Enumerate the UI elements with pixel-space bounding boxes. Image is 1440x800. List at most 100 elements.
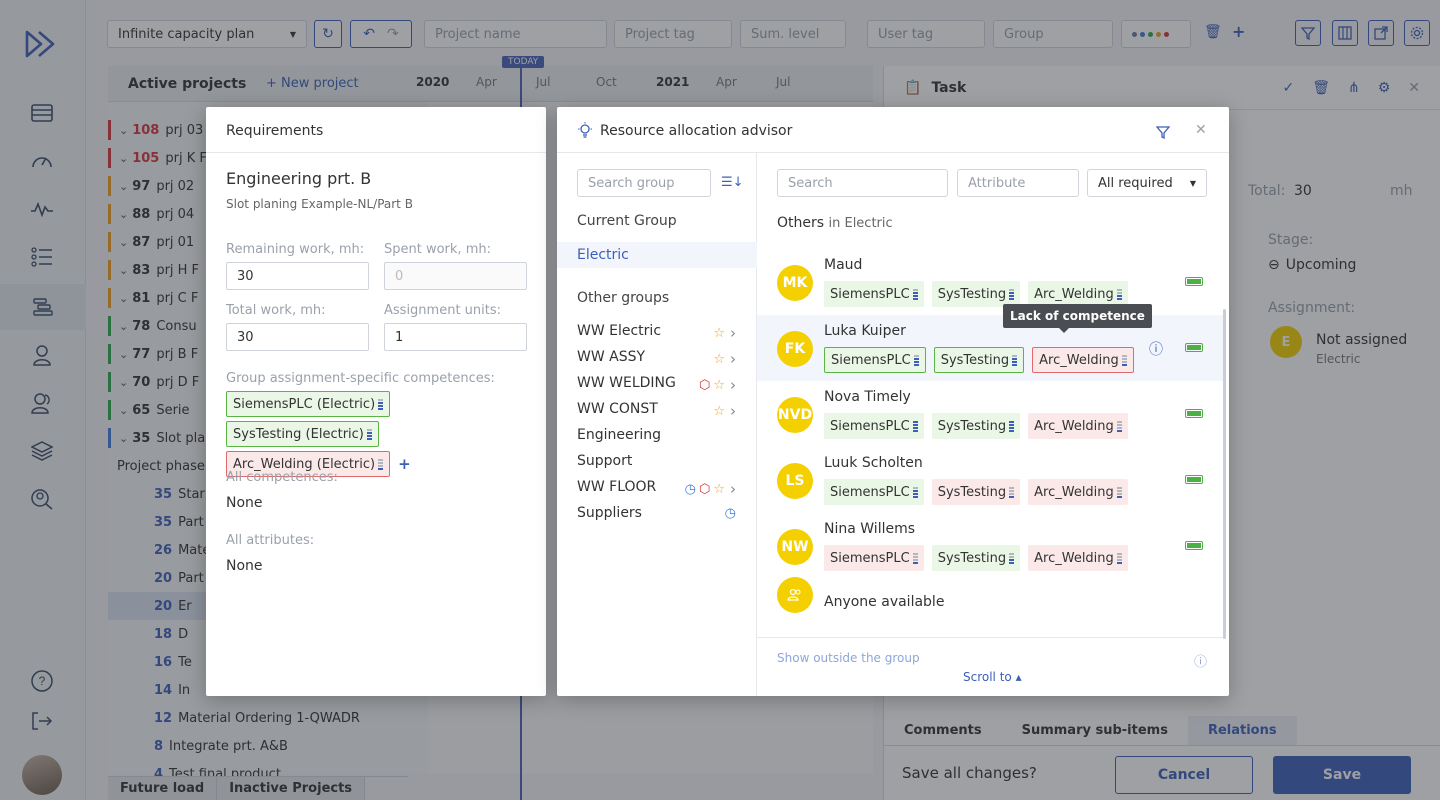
chevron-right-icon[interactable]: › <box>730 350 736 368</box>
others-label: Others <box>777 215 825 231</box>
attribute-placeholder: Attribute <box>968 175 1026 191</box>
competence-label: Arc_Welding <box>1039 352 1119 368</box>
person-avatar: NW <box>777 529 813 565</box>
group-icon <box>787 588 801 601</box>
group-item-electric[interactable]: Electric <box>557 242 757 268</box>
all-attributes-label: All attributes: <box>226 533 315 548</box>
chevron-down-icon: ▼ <box>1189 178 1196 188</box>
group-badges: ☆ › <box>713 402 736 420</box>
all-attributes-value: None <box>226 558 263 574</box>
competence-chip[interactable]: SiemensPLC <box>824 479 924 505</box>
requirements-header: Requirements <box>206 107 546 153</box>
spent-work-input: 0 <box>384 262 527 290</box>
requirement-filter-select[interactable]: All required ▼ <box>1087 169 1207 197</box>
filter-icon[interactable] <box>1156 125 1170 139</box>
close-icon[interactable]: ✕ <box>1195 122 1207 138</box>
other-groups-label: Other groups <box>577 290 670 306</box>
competence-chip[interactable]: SiemensPLC <box>824 545 924 571</box>
group-item[interactable]: WW ASSY <box>577 349 645 365</box>
info-icon[interactable]: ⓘ <box>1149 339 1163 359</box>
availability-battery-icon <box>1185 541 1203 550</box>
group-competences-label: Group assignment-specific competences: <box>226 371 495 386</box>
requirements-dialog: Requirements Engineering prt. B Slot pla… <box>206 107 546 696</box>
competence-chip[interactable]: SiemensPLC <box>824 281 924 307</box>
current-group-label: Current Group <box>577 213 677 229</box>
star-icon: ☆ <box>713 351 725 367</box>
skill-level-icon <box>1116 288 1122 300</box>
group-item[interactable]: WW FLOOR <box>577 479 656 495</box>
competence-label: SiemensPLC (Electric) <box>233 396 376 412</box>
group-item[interactable]: Support <box>577 453 632 469</box>
competence-chip[interactable]: SysTesting <box>931 413 1021 439</box>
add-competence-button[interactable]: + <box>398 455 411 473</box>
person-competences: SiemensPLC SysTesting Arc_Welding <box>824 413 1128 439</box>
search-input[interactable]: Search <box>777 169 948 197</box>
search-group-input[interactable]: Search group <box>577 169 711 197</box>
scroll-to-link[interactable]: Scroll to ▴ <box>963 670 1022 684</box>
competence-chip[interactable]: SiemensPLC <box>824 347 926 373</box>
group-badges: ⬡ ☆ › <box>699 376 736 394</box>
group-item[interactable]: WW WELDING <box>577 375 676 391</box>
person-row[interactable]: FK Luka Kuiper SiemensPLC SysTesting Arc_Wel… <box>757 315 1223 381</box>
skill-level-icon <box>378 458 384 470</box>
person-row[interactable]: LS Luuk Scholten SiemensPLC SysTesting Arc_W… <box>757 447 1223 513</box>
lightbulb-icon <box>578 122 592 138</box>
assignment-units-input[interactable]: 1 <box>384 323 527 351</box>
skill-level-icon <box>912 486 918 498</box>
skill-level-icon <box>1116 420 1122 432</box>
competence-chip[interactable]: Arc_Welding <box>1028 413 1128 439</box>
people-panel: Search Attribute All required ▼ Others in… <box>757 153 1229 696</box>
competence-chip[interactable]: Arc_Welding <box>1028 545 1128 571</box>
person-name: Nova Timely <box>824 389 911 405</box>
clock-icon: ◷ <box>724 506 736 521</box>
person-row[interactable]: NW Nina Willems SiemensPLC SysTesting Arc_We… <box>757 513 1223 579</box>
skill-level-icon <box>1121 354 1127 366</box>
competence-chip[interactable]: SysTesting <box>931 545 1021 571</box>
competence-label: SysTesting <box>937 484 1007 500</box>
skill-level-icon <box>912 420 918 432</box>
competence-chip[interactable]: Arc_Welding <box>1032 347 1134 373</box>
competence-chip[interactable]: SiemensPLC <box>824 413 924 439</box>
person-competences: SiemensPLC SysTesting Arc_Welding <box>824 545 1128 571</box>
group-competence-chip[interactable]: SiemensPLC (Electric) <box>226 391 391 417</box>
show-outside-group-link[interactable]: Show outside the group <box>777 651 920 665</box>
competence-chip[interactable]: Arc_Welding <box>1028 479 1128 505</box>
remaining-work-input[interactable]: 30 <box>226 262 369 290</box>
person-row[interactable]: MK Maud SiemensPLC SysTesting Arc_Welding <box>757 249 1223 315</box>
chevron-right-icon[interactable]: › <box>730 376 736 394</box>
info-icon[interactable]: ⓘ <box>1194 651 1207 670</box>
skill-level-icon <box>1009 552 1015 564</box>
group-item[interactable]: WW CONST <box>577 401 658 417</box>
person-name: Nina Willems <box>824 521 916 537</box>
person-name: Luuk Scholten <box>824 455 923 471</box>
chevron-right-icon[interactable]: › <box>730 402 736 420</box>
total-work-input[interactable]: 30 <box>226 323 369 351</box>
group-badges: ☆ › <box>713 324 736 342</box>
person-row[interactable]: NVD Nova Timely SiemensPLC SysTesting Arc_We… <box>757 381 1223 447</box>
cube-icon: ⬡ <box>698 377 711 393</box>
search-group-placeholder: Search group <box>588 175 675 191</box>
skill-level-icon <box>366 428 372 440</box>
group-item[interactable]: WW Electric <box>577 323 661 339</box>
group-competence-chip[interactable]: SysTesting (Electric) <box>226 421 379 447</box>
advisor-title: Resource allocation advisor <box>600 123 793 139</box>
group-item[interactable]: Engineering <box>577 427 661 443</box>
person-name: Maud <box>824 257 863 273</box>
sort-icon[interactable]: ☰↓ <box>721 175 744 190</box>
group-competence-chips: SiemensPLC (Electric) SysTesting (Electri… <box>226 391 531 477</box>
resource-advisor-dialog: Resource allocation advisor ✕ Search gro… <box>557 107 1229 696</box>
competence-label: SysTesting <box>937 286 1007 302</box>
attribute-input[interactable]: Attribute <box>957 169 1079 197</box>
chevron-right-icon[interactable]: › <box>730 324 736 342</box>
scrollbar[interactable] <box>1223 309 1226 639</box>
competence-label: SiemensPLC <box>830 286 910 302</box>
anyone-available-option[interactable]: Anyone available <box>824 594 944 610</box>
competence-chip[interactable]: SysTesting <box>933 347 1025 373</box>
person-avatar: NVD <box>777 397 813 433</box>
competence-chip[interactable]: SysTesting <box>931 479 1021 505</box>
competence-label: SysTesting <box>940 352 1010 368</box>
competence-label: Arc_Welding <box>1034 550 1114 566</box>
requirement-filter-value: All required <box>1098 175 1173 191</box>
group-item[interactable]: Suppliers <box>577 505 642 521</box>
chevron-right-icon[interactable]: › <box>730 480 736 498</box>
